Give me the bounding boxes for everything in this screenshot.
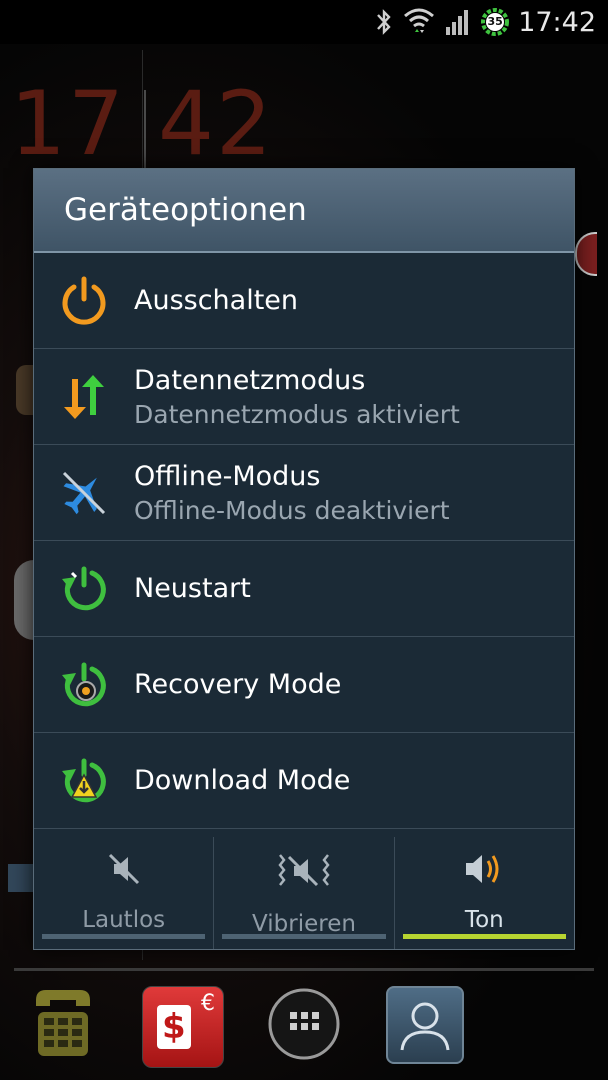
recovery-icon	[34, 659, 134, 711]
sound-mode-sound[interactable]: Ton	[393, 837, 574, 949]
bluetooth-icon	[374, 8, 394, 36]
download-mode-icon	[34, 755, 134, 807]
menu-item-offline-mode[interactable]: Offline-Modus Offline-Modus deaktiviert	[34, 445, 574, 541]
menu-item-label: Download Mode	[134, 765, 351, 796]
sound-mode-indicator	[42, 934, 206, 939]
sound-mode-indicator	[222, 934, 386, 939]
sound-mode-bar: Lautlos Vibrieren Ton	[34, 837, 574, 949]
battery-level: 35	[487, 15, 503, 28]
menu-item-label: Neustart	[134, 573, 251, 604]
device-options-dialog: Geräteoptionen Ausschalten Datennetzmodu…	[33, 168, 575, 950]
sound-mode-label: Lautlos	[82, 907, 166, 933]
euro-badge: €	[201, 991, 215, 1016]
clock-separator	[143, 90, 146, 171]
sparkasse-letter: $	[162, 1007, 186, 1047]
sound-mode-mute[interactable]: Lautlos	[34, 837, 213, 949]
menu-item-status: Datennetzmodus aktiviert	[134, 399, 460, 429]
signal-icon	[444, 7, 472, 37]
sound-mode-indicator	[402, 934, 566, 939]
battery-icon: 35	[480, 7, 510, 37]
speaker-icon	[462, 849, 506, 893]
sound-mode-label: Ton	[464, 907, 504, 933]
menu-item-status: Offline-Modus deaktiviert	[134, 495, 450, 525]
menu-item-data-mode[interactable]: Datennetzmodus Datennetzmodus aktiviert	[34, 349, 574, 445]
wallpaper-hour: 17	[10, 72, 126, 175]
airplane-off-icon	[34, 467, 134, 519]
power-icon	[34, 275, 134, 327]
wallpaper-widget-edge	[575, 232, 597, 276]
menu-item-label: Offline-Modus	[134, 460, 321, 492]
menu-item-restart[interactable]: Neustart	[34, 541, 574, 637]
wallpaper-widget-edge-4	[8, 864, 34, 892]
sparkasse-app-icon[interactable]: $ €	[142, 986, 224, 1068]
wifi-icon	[402, 6, 436, 38]
vibrate-icon	[276, 849, 332, 897]
wallpaper-minute: 42	[157, 72, 274, 175]
mute-icon	[104, 849, 144, 893]
menu-item-label: Datennetzmodus	[134, 364, 366, 396]
sound-mode-vibrate[interactable]: Vibrieren	[213, 837, 393, 949]
menu-item-label: Recovery Mode	[134, 669, 342, 700]
dock: $ €	[0, 980, 608, 1080]
phone-icon[interactable]	[30, 986, 96, 1066]
menu-item-power-off[interactable]: Ausschalten	[34, 253, 574, 349]
status-clock: 17:42	[518, 6, 596, 38]
menu-item-recovery-mode[interactable]: Recovery Mode	[34, 637, 574, 733]
dock-divider	[14, 968, 594, 971]
contacts-icon[interactable]	[386, 986, 464, 1064]
menu-item-label: Ausschalten	[134, 285, 299, 316]
menu-item-download-mode[interactable]: Download Mode	[34, 733, 574, 829]
app-drawer-icon[interactable]	[266, 986, 342, 1066]
restart-icon	[34, 563, 134, 615]
dialog-title: Geräteoptionen	[34, 169, 574, 253]
status-bar: 35 17:42	[0, 0, 608, 44]
wallpaper-clock: 17 42	[10, 72, 274, 175]
data-arrows-icon	[34, 371, 134, 423]
